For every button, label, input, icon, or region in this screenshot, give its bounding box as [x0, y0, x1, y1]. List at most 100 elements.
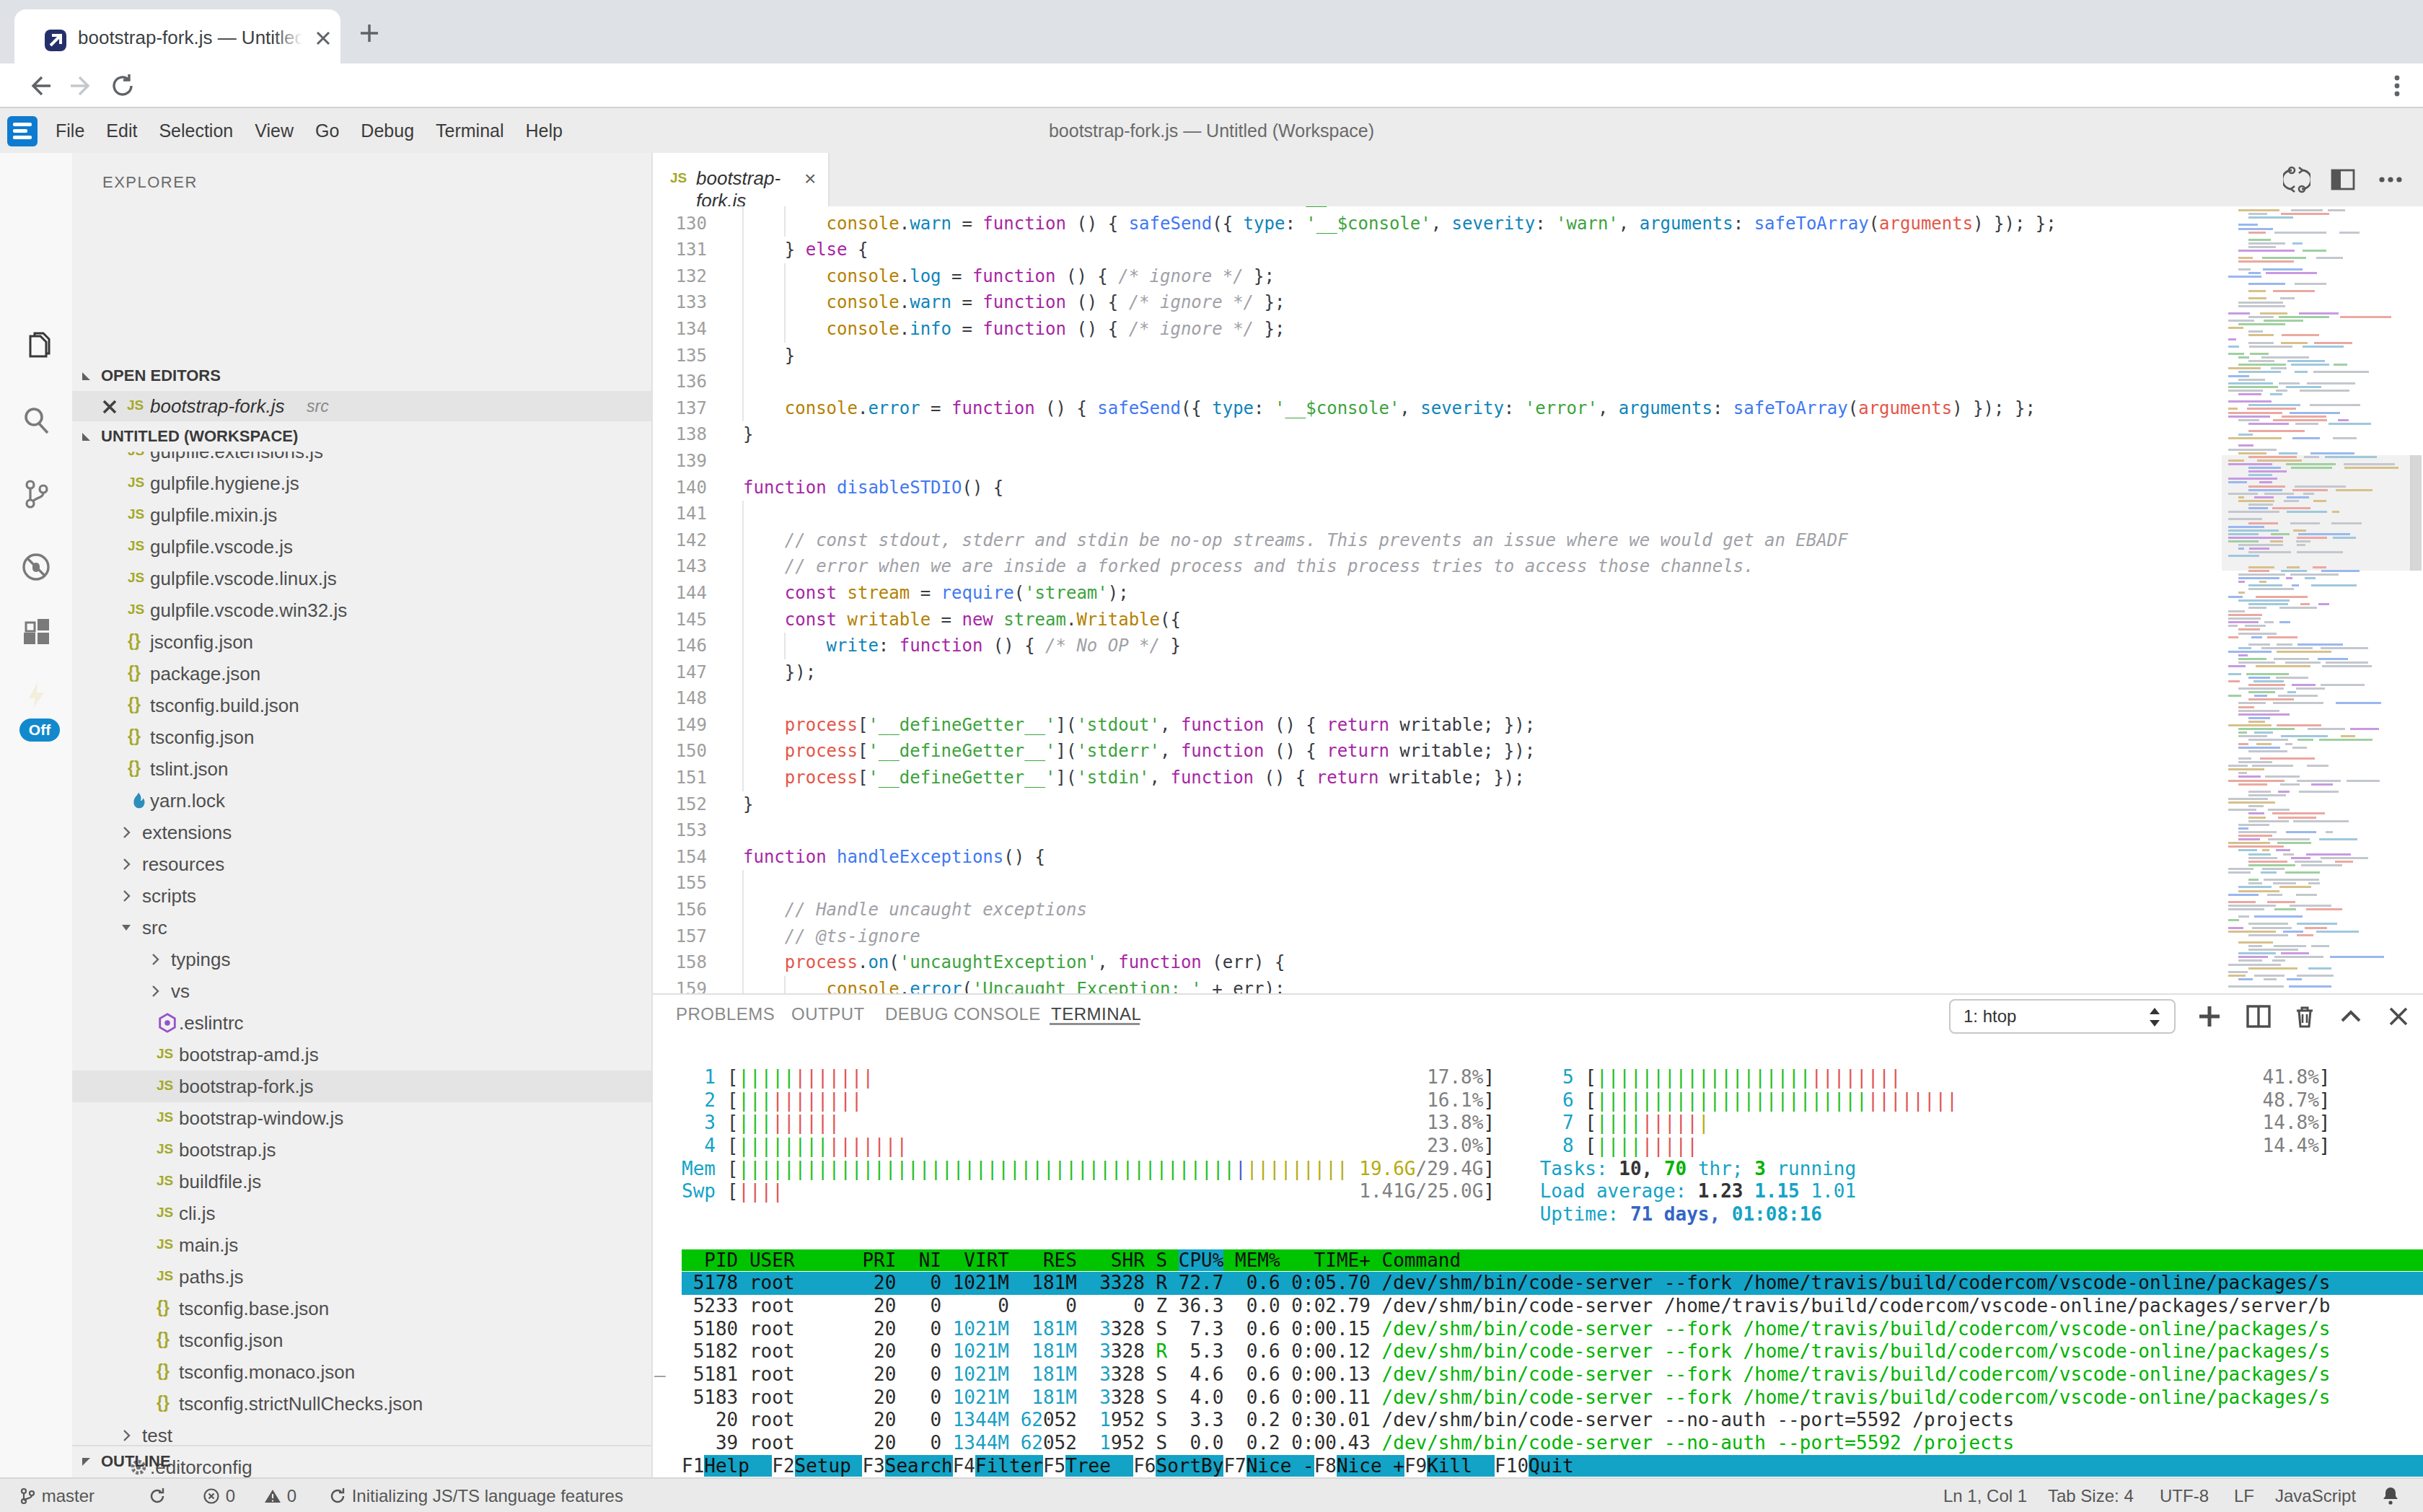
terminal-select[interactable]: 1: htop — [1949, 999, 2176, 1034]
panel-tab-terminal[interactable]: TERMINAL — [1051, 998, 1141, 1030]
menu-view[interactable]: View — [255, 108, 294, 153]
tree-item-tsconfig.json[interactable]: {}tsconfig.json — [72, 721, 651, 753]
status-off-badge[interactable]: Off — [19, 718, 60, 742]
tree-item-buildfile.js[interactable]: JSbuildfile.js — [72, 1166, 651, 1197]
tab-close-icon[interactable]: × — [804, 167, 816, 190]
tree-item-yarn.lock[interactable]: yarn.lock — [72, 785, 651, 817]
tree-item-tsconfig.build.json[interactable]: {}tsconfig.build.json — [72, 690, 651, 721]
tab-size[interactable]: Tab Size: 4 — [2048, 1479, 2134, 1512]
code-line-141: 141 — [653, 501, 2423, 527]
menu-file[interactable]: File — [56, 108, 84, 153]
panel-tab-output[interactable]: OUTPUT — [791, 998, 865, 1030]
tree-item-label: resources — [142, 853, 224, 876]
tree-item-gulpfile.extensions.js[interactable]: JSgulpfile.extensions.js — [72, 452, 651, 467]
tree-item-gulpfile.vscode.js[interactable]: JSgulpfile.vscode.js — [72, 531, 651, 563]
open-editor-item[interactable]: JS bootstrap-fork.js src — [72, 391, 651, 421]
minimap[interactable] — [2225, 209, 2409, 992]
forward-icon[interactable] — [69, 73, 95, 99]
debug-disabled-icon[interactable] — [20, 551, 52, 583]
tree-item-gulpfile.hygiene.js[interactable]: JSgulpfile.hygiene.js — [72, 467, 651, 499]
chevron-right-icon — [119, 857, 133, 871]
tree-item-tsconfig.monaco.json[interactable]: {}tsconfig.monaco.json — [72, 1356, 651, 1388]
code-editor[interactable]: 129 console.log = function () { safeSend… — [653, 206, 2423, 993]
search-icon[interactable] — [20, 404, 52, 436]
branch-indicator[interactable]: master — [18, 1479, 94, 1512]
editor-scrollbar[interactable] — [2410, 455, 2422, 571]
section-workspace[interactable]: UNTITLED (WORKSPACE) — [72, 421, 651, 452]
maximize-panel-icon[interactable] — [2338, 1003, 2364, 1029]
tree-item-bootstrap-amd.js[interactable]: JSbootstrap-amd.js — [72, 1039, 651, 1071]
htop-process-row: 5233 root 20 0 0 0 0 Z 36.3 0.0 0:02.79 … — [682, 1295, 2423, 1318]
source-control-icon[interactable] — [20, 478, 52, 509]
tree-item-extensions[interactable]: extensions — [72, 817, 651, 848]
menu-terminal[interactable]: Terminal — [436, 108, 503, 153]
open-changes-icon[interactable] — [2283, 166, 2310, 193]
tree-item-gulpfile.vscode.linux.js[interactable]: JSgulpfile.vscode.linux.js — [72, 563, 651, 594]
tree-item-resources[interactable]: resources — [72, 848, 651, 880]
tree-item-src[interactable]: src — [72, 912, 651, 944]
menu-edit[interactable]: Edit — [106, 108, 137, 153]
menu-debug[interactable]: Debug — [361, 108, 414, 153]
tree-item-gulpfile.mixin.js[interactable]: JSgulpfile.mixin.js — [72, 499, 651, 531]
close-icon[interactable] — [101, 398, 118, 416]
split-editor-icon[interactable] — [2329, 166, 2357, 193]
editor-tab[interactable]: JS bootstrap-fork.js × — [653, 153, 830, 206]
code-line-153: 153 — [653, 817, 2423, 844]
tree-item-bootstrap-fork.js[interactable]: JSbootstrap-fork.js — [72, 1071, 651, 1102]
eol[interactable]: LF — [2234, 1479, 2254, 1512]
tree-item-typings[interactable]: typings — [72, 944, 651, 975]
warning-count[interactable]: 0 — [263, 1479, 296, 1512]
cursor-position[interactable]: Ln 1, Col 1 — [1943, 1479, 2027, 1512]
language-mode[interactable]: JavaScript — [2275, 1479, 2356, 1512]
tab-close-icon[interactable] — [314, 29, 333, 48]
tree-item-tsconfig.json[interactable]: {}tsconfig.json — [72, 1324, 651, 1356]
menu-help[interactable]: Help — [526, 108, 563, 153]
tree-item-tsconfig.base.json[interactable]: {}tsconfig.base.json — [72, 1293, 651, 1324]
back-icon[interactable] — [26, 73, 52, 99]
kebab-menu-icon[interactable] — [2384, 73, 2410, 99]
sync-button[interactable] — [148, 1479, 167, 1512]
section-open-editors[interactable]: OPEN EDITORS — [72, 361, 651, 391]
open-editor-name: bootstrap-fork.js — [150, 395, 284, 418]
panel-tab-problems[interactable]: PROBLEMS — [676, 998, 775, 1030]
app-logo[interactable] — [7, 116, 38, 146]
reload-icon[interactable] — [110, 73, 136, 99]
encoding[interactable]: UTF-8 — [2160, 1479, 2209, 1512]
error-count[interactable]: 0 — [202, 1479, 235, 1512]
tree-item-bootstrap-window.js[interactable]: JSbootstrap-window.js — [72, 1102, 651, 1134]
js-icon: JS — [128, 538, 144, 554]
tree-item-paths.js[interactable]: JSpaths.js — [72, 1261, 651, 1293]
menu-selection[interactable]: Selection — [159, 108, 233, 153]
tree-item-main.js[interactable]: JSmain.js — [72, 1229, 651, 1261]
extensions-icon[interactable] — [20, 618, 52, 650]
menu-go[interactable]: Go — [315, 108, 339, 153]
flash-icon[interactable] — [20, 680, 52, 711]
browser-tab[interactable]: bootstrap-fork.js — Untitled (W — [14, 9, 340, 63]
tree-item-cli.js[interactable]: JScli.js — [72, 1197, 651, 1229]
bell-icon[interactable] — [2380, 1485, 2401, 1506]
tree-item-bootstrap.js[interactable]: JSbootstrap.js — [72, 1134, 651, 1166]
tree-item-.eslintrc[interactable]: .eslintrc — [72, 1007, 651, 1039]
notifications-bell[interactable] — [2380, 1479, 2401, 1512]
tree-item-tslint.json[interactable]: {}tslint.json — [72, 753, 651, 785]
new-tab-button[interactable] — [359, 22, 380, 44]
explorer-icon[interactable] — [20, 330, 52, 362]
js-icon: JS — [127, 397, 144, 413]
kill-terminal-icon[interactable] — [2292, 1003, 2318, 1029]
code-line-132: 132 console.log = function () { /* ignor… — [653, 263, 2423, 290]
terminal[interactable]: 1 [|||||||||||| 17.8%] 5 [||||||||||||||… — [682, 1066, 2423, 1479]
tree-item-scripts[interactable]: scripts — [72, 880, 651, 912]
section-outline[interactable]: OUTLINE — [72, 1445, 651, 1475]
tree-item-package.json[interactable]: {}package.json — [72, 658, 651, 690]
chevron-right-icon — [148, 984, 162, 998]
tree-item-gulpfile.vscode.win32.js[interactable]: JSgulpfile.vscode.win32.js — [72, 594, 651, 626]
tree-item-tsconfig.strictNullChecks.json[interactable]: {}tsconfig.strictNullChecks.json — [72, 1388, 651, 1420]
js-icon: JS — [670, 170, 687, 186]
new-terminal-icon[interactable] — [2196, 1003, 2222, 1029]
tree-item-jsconfig.json[interactable]: {}jsconfig.json — [72, 626, 651, 658]
split-terminal-icon[interactable] — [2246, 1003, 2272, 1029]
more-actions-icon[interactable] — [2377, 166, 2404, 193]
panel-tab-debug-console[interactable]: DEBUG CONSOLE — [885, 998, 1041, 1030]
close-panel-icon[interactable] — [2385, 1003, 2411, 1029]
tree-item-vs[interactable]: vs — [72, 975, 651, 1007]
